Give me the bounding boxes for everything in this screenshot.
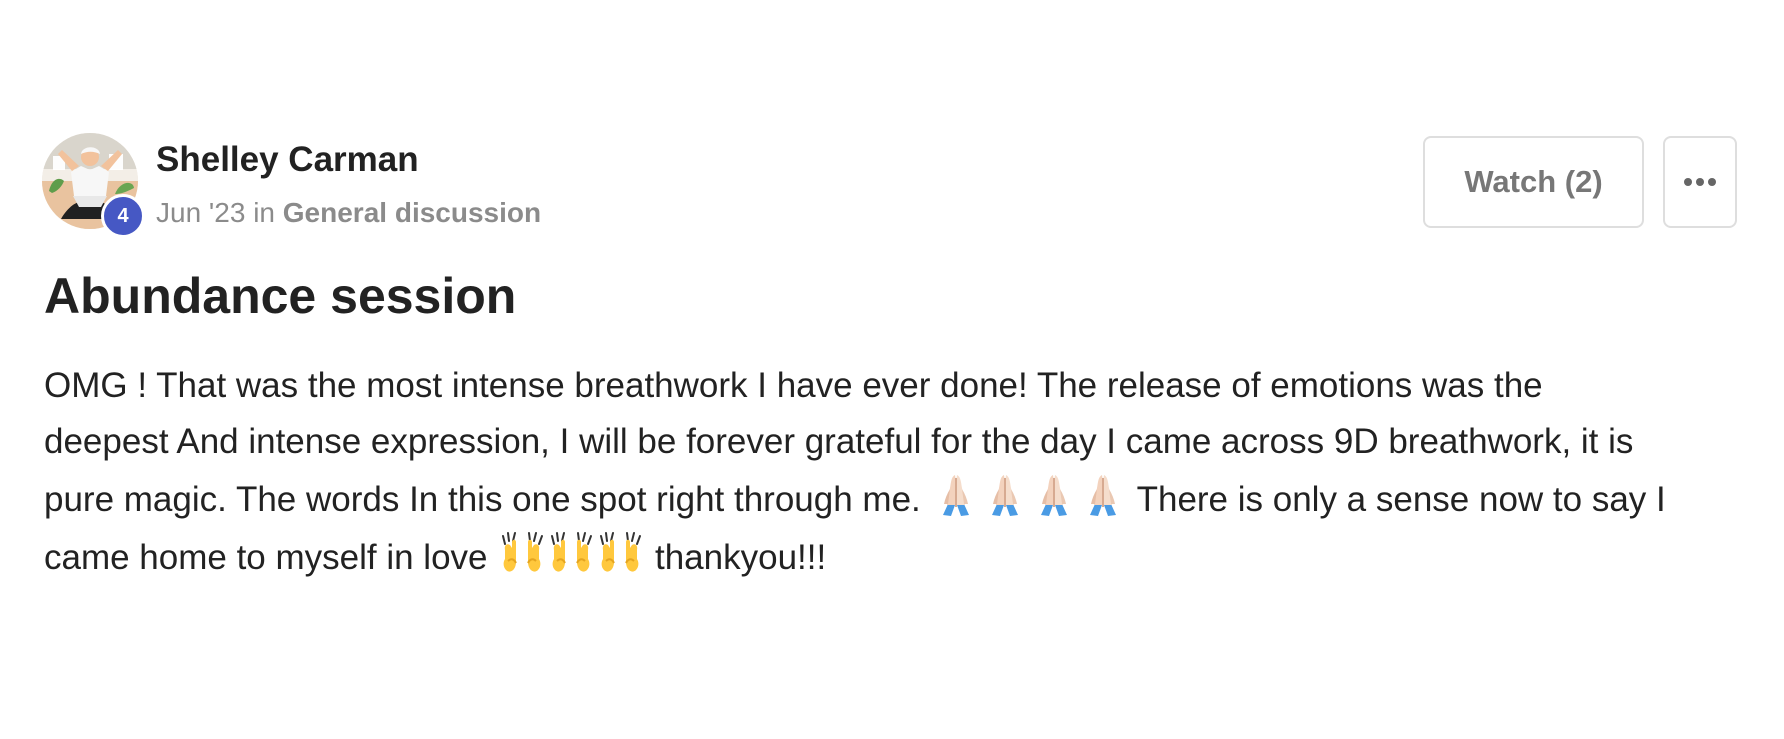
post-body: OMG ! That was the most intense breathwo… <box>44 358 1744 586</box>
more-horizontal-icon <box>1684 178 1716 186</box>
user-level-badge: 4 <box>101 194 145 238</box>
post-body-line: OMG ! That was the most intense breathwo… <box>44 366 1543 405</box>
category-link[interactable]: General discussion <box>283 197 541 228</box>
raising-hands-icon <box>498 528 546 576</box>
praying-hands-icon <box>932 470 980 518</box>
author-name[interactable]: Shelley Carman <box>156 139 419 181</box>
post-title: Abundance session <box>44 268 517 324</box>
post-body-text: thankyou!!! <box>654 538 827 577</box>
praying-hands-icon <box>1030 470 1078 518</box>
watch-button[interactable]: Watch (2) <box>1423 136 1644 228</box>
post-date[interactable]: Jun '23 <box>156 197 245 228</box>
praying-hands-icon <box>981 470 1029 518</box>
post-body-text: pure magic. The words In this one spot r… <box>44 480 921 519</box>
praying-hands-emoji-group <box>932 470 1127 518</box>
more-dot <box>1696 178 1704 186</box>
raising-hands-icon <box>547 528 595 576</box>
post-body-line: deepest And intense expression, I will b… <box>44 422 1634 461</box>
praying-hands-icon <box>1079 470 1127 518</box>
post-meta: Jun '23 in General discussion <box>156 196 541 230</box>
post-body-text: came home to myself in love <box>44 538 488 577</box>
forum-post: 4 Shelley Carman Jun '23 in General disc… <box>0 0 1784 739</box>
more-options-button[interactable] <box>1663 136 1737 228</box>
meta-separator: in <box>253 197 275 228</box>
post-body-text: There is only a sense now to say I <box>1136 480 1666 519</box>
raising-hands-emoji-group <box>498 528 644 576</box>
post-body-line: came home to myself in love thankyou!!! <box>44 528 1744 586</box>
raising-hands-icon <box>596 528 644 576</box>
more-dot <box>1684 178 1692 186</box>
more-dot <box>1708 178 1716 186</box>
author-avatar-area[interactable]: 4 <box>42 133 145 238</box>
post-body-line: pure magic. The words In this one spot r… <box>44 470 1744 528</box>
